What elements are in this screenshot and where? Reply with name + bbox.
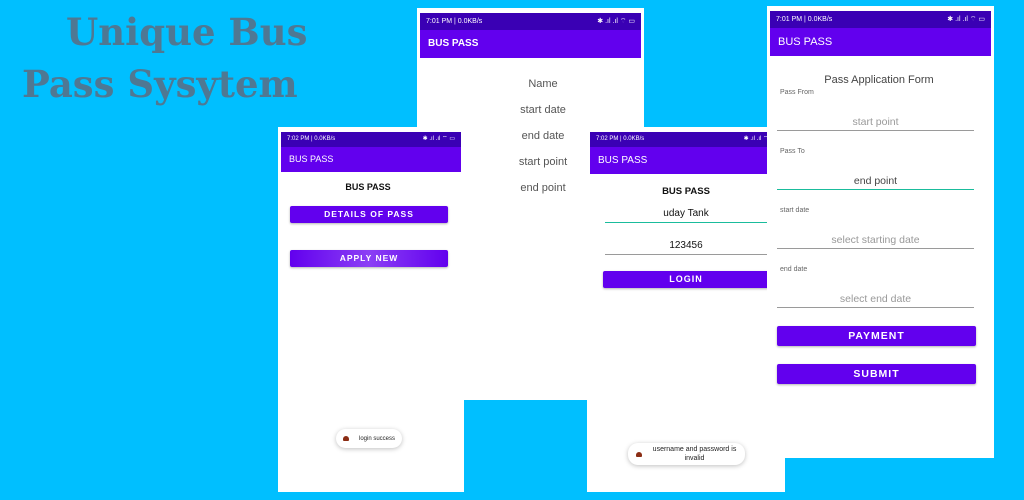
promo-headline: Unique Bus Pass Sysytem — [0, 6, 330, 110]
status-time: 7:02 PM | 0.0KB/s — [596, 136, 645, 142]
home-screen: 7:02 PM | 0.0KB/s ✱ .ıl .ıl ⌔ ▭ BUS PASS… — [278, 127, 464, 492]
status-bar: 7:01 PM | 0.0KB/s ✱ .ıl .ıl ⌔ ▭ — [420, 13, 641, 30]
login-screen: 7:02 PM | 0.0KB/s ✱ .ıl .ıl ⌔ ▭ BUS PASS… — [587, 127, 785, 492]
pass-from-label: Pass From — [780, 89, 814, 96]
status-icons: ✱ .ıl .ıl ⌔ ▭ — [947, 16, 985, 23]
status-bar: 7:01 PM | 0.0KB/s ✱ .ıl .ıl ⌔ ▭ — [770, 11, 991, 28]
apply-screen: 7:01 PM | 0.0KB/s ✱ .ıl .ıl ⌔ ▭ BUS PASS… — [767, 6, 994, 458]
payment-button[interactable]: PAYMENT — [777, 326, 976, 346]
username-field[interactable]: uday Tank — [605, 208, 767, 223]
end-date-input[interactable]: select end date — [777, 293, 974, 308]
login-success-toast: login success — [336, 429, 402, 448]
start-date-input[interactable]: select starting date — [777, 234, 974, 249]
status-icons: ✱ .ıl .ıl ⌔ ▭ — [422, 136, 455, 142]
headline-line-1: Unique Bus — [66, 10, 308, 54]
status-time: 7:01 PM | 0.0KB/s — [776, 16, 833, 23]
pass-from-input[interactable]: start point — [777, 116, 974, 131]
password-field[interactable]: 123456 — [605, 240, 767, 255]
apply-new-button[interactable]: APPLY NEW — [290, 250, 448, 267]
app-icon — [342, 436, 349, 441]
start-date-label: start date — [780, 207, 810, 214]
app-bar-title: BUS PASS — [281, 147, 461, 172]
label-name: Name — [528, 78, 558, 90]
label-start-date: start date — [520, 104, 566, 116]
app-bar-title: BUS PASS — [590, 147, 782, 174]
end-date-label: end date — [780, 266, 808, 273]
form-title: Pass Application Form — [824, 74, 934, 86]
status-time: 7:01 PM | 0.0KB/s — [426, 18, 483, 25]
page-heading: BUS PASS — [662, 186, 710, 197]
details-of-pass-button[interactable]: DETAILS OF PASS — [290, 206, 448, 223]
status-icons: ✱ .ıl .ıl ⌔ ▭ — [597, 18, 635, 25]
app-bar-title: BUS PASS — [420, 30, 641, 58]
status-bar: 7:02 PM | 0.0KB/s ✱ .ıl .ıl ⌔ ▭ — [281, 132, 461, 147]
toast-message: login success — [358, 435, 396, 442]
page-heading: BUS PASS — [345, 182, 391, 192]
toast-message: username and password is invalid — [652, 446, 737, 462]
app-icon — [635, 451, 642, 457]
status-time: 7:02 PM | 0.0KB/s — [287, 136, 336, 142]
status-bar: 7:02 PM | 0.0KB/s ✱ .ıl .ıl ⌔ ▭ — [590, 132, 782, 147]
login-button[interactable]: LOGIN — [603, 271, 769, 288]
pass-to-label: Pass To — [780, 148, 805, 155]
invalid-login-toast: username and password is invalid — [628, 443, 745, 465]
headline-line-2: Pass Sysytem — [22, 62, 298, 106]
submit-button[interactable]: SUBMIT — [777, 364, 976, 384]
app-bar-title: BUS PASS — [770, 28, 991, 56]
pass-to-input[interactable]: end point — [777, 175, 974, 190]
